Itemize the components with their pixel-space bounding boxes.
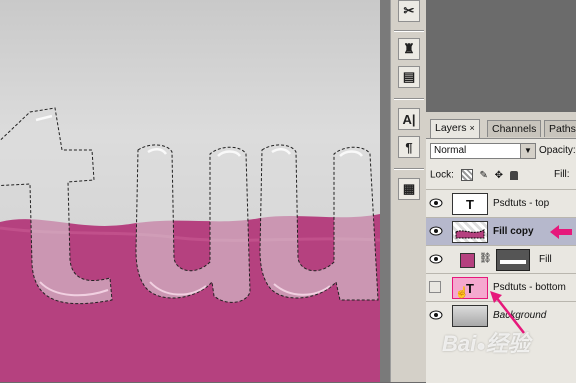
layer-thumbnail-type: T (452, 193, 488, 215)
eye-icon[interactable] (429, 309, 443, 321)
panel-tabs: Layers × Channels Paths (426, 112, 576, 138)
eye-icon[interactable] (429, 197, 443, 209)
lock-position-icon[interactable]: ✥ (495, 170, 503, 181)
tab-layers[interactable]: Layers × (430, 119, 480, 138)
chevron-down-icon[interactable]: ▼ (520, 144, 535, 158)
info-panel-icon[interactable]: ▦ (398, 178, 420, 200)
tab-channels[interactable]: Channels (487, 120, 542, 137)
fill-color-swatch[interactable] (460, 253, 475, 268)
canvas-scrollbar[interactable] (380, 0, 390, 382)
layer-row[interactable]: ⛓ Fill (426, 245, 576, 273)
hand-cursor-icon: ☝ (455, 287, 469, 299)
layer-row-selected[interactable]: Fill copy (426, 217, 576, 245)
lock-row: Lock: ✎ ✥ (430, 169, 518, 181)
layer-row[interactable]: T Psdtuts - top (426, 189, 576, 217)
canvas-artwork (0, 107, 380, 382)
arrow-left-icon (550, 225, 572, 239)
stamp-options-icon[interactable]: ▤ (398, 66, 420, 88)
panel-icon-strip: ✂ ♜ ▤ A| ¶ ▦ (390, 0, 428, 382)
lock-transparency-icon[interactable] (460, 169, 473, 181)
layer-name: Fill copy (493, 226, 534, 237)
layers-panel: Layers × Channels Paths Normal ▼ Opacity:… (426, 0, 576, 383)
layer-thumbnail-type: T ☝ (452, 277, 488, 299)
blend-mode-select[interactable]: Normal ▼ (430, 143, 536, 159)
tab-layers-label: Layers (435, 122, 467, 134)
layer-thumbnail (452, 305, 488, 327)
layer-name: Fill (539, 254, 552, 265)
lock-label: Lock: (430, 169, 454, 181)
layer-thumbnail (452, 221, 488, 243)
paragraph-icon[interactable]: ¶ (398, 136, 420, 158)
link-chain-icon[interactable]: ⛓ (479, 253, 492, 264)
tool-divider (394, 30, 424, 32)
blend-mode-value: Normal (434, 145, 467, 156)
lock-image-icon[interactable]: ✎ (479, 170, 487, 181)
tool-divider (394, 168, 424, 170)
tab-paths[interactable]: Paths (544, 120, 576, 137)
visibility-toggle-off[interactable] (429, 281, 441, 293)
watermark-logo: Bai●经验 (442, 331, 530, 356)
close-icon[interactable]: × (470, 123, 475, 133)
clone-stamp-icon[interactable]: ♜ (398, 38, 420, 60)
tool-divider (394, 98, 424, 100)
fill-label: Fill: (554, 169, 570, 180)
layer-mask-thumbnail (496, 249, 530, 271)
lock-all-icon[interactable] (509, 170, 518, 180)
letters-group (0, 107, 379, 305)
opacity-label: Opacity: (539, 145, 576, 156)
panel-top-empty (426, 0, 576, 112)
scissors-icon[interactable]: ✂ (398, 0, 420, 22)
eye-icon[interactable] (429, 253, 443, 265)
layer-name: Psdtuts - top (493, 198, 550, 209)
character-icon[interactable]: A| (398, 108, 420, 130)
tab-channels-label: Channels (492, 123, 537, 135)
tab-paths-label: Paths (549, 123, 576, 135)
eye-icon[interactable] (429, 225, 443, 237)
document-canvas[interactable] (0, 0, 380, 382)
